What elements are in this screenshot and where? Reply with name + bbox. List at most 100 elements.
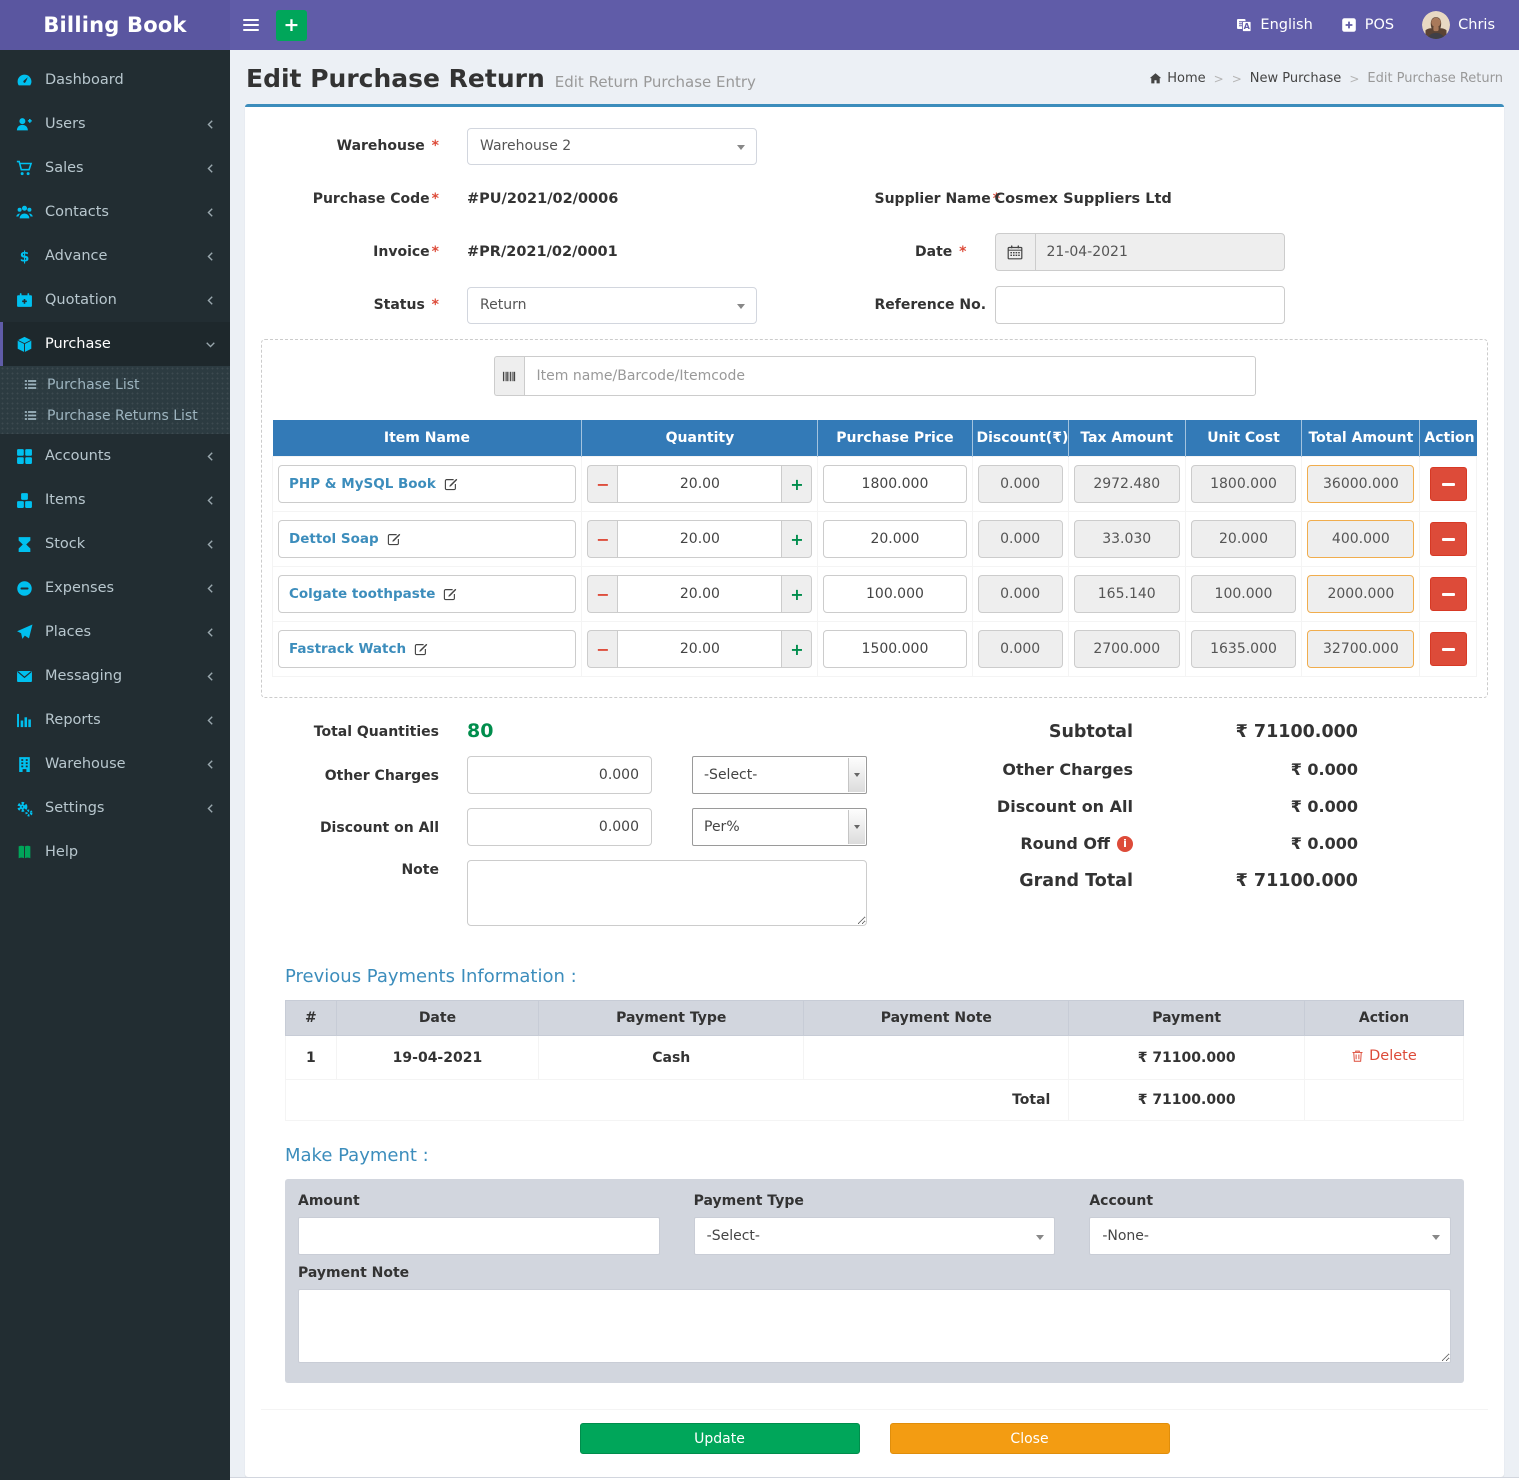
chevron-left-icon bbox=[205, 671, 216, 682]
sidebar-item-accounts[interactable]: Accounts bbox=[0, 434, 230, 478]
chevron-down-icon bbox=[205, 339, 216, 350]
brand-logo[interactable]: Billing Book bbox=[0, 0, 230, 50]
remove-item-button[interactable] bbox=[1430, 522, 1467, 556]
warehouse-icon bbox=[15, 756, 34, 773]
sidebar-item-contacts[interactable]: Contacts bbox=[0, 190, 230, 234]
reference-no-input[interactable] bbox=[995, 286, 1285, 324]
sidebar-item-users[interactable]: Users bbox=[0, 102, 230, 146]
chevron-left-icon bbox=[205, 207, 216, 218]
chevron-left-icon bbox=[205, 627, 216, 638]
edit-item-icon[interactable] bbox=[443, 587, 457, 601]
quantity-increase-button[interactable]: + bbox=[782, 575, 812, 613]
sidebar-item-warehouse[interactable]: Warehouse bbox=[0, 742, 230, 786]
item-name-link[interactable]: PHP & MySQL Book bbox=[289, 476, 436, 492]
user-menu[interactable]: Chris bbox=[1408, 0, 1509, 50]
remove-item-button[interactable] bbox=[1430, 467, 1467, 501]
date-input[interactable] bbox=[1035, 233, 1285, 271]
sidebar-item-purchase[interactable]: Purchase bbox=[0, 322, 230, 366]
edit-item-icon[interactable] bbox=[387, 532, 401, 546]
sidebar-item-help[interactable]: Help bbox=[0, 830, 230, 874]
sidebar-toggle-button[interactable] bbox=[230, 0, 272, 50]
minus-icon bbox=[1442, 648, 1455, 651]
sidebar-item-purchase-list[interactable]: Purchase List bbox=[0, 369, 230, 400]
remove-item-button[interactable] bbox=[1430, 632, 1467, 666]
language-menu[interactable]: A English bbox=[1222, 0, 1326, 50]
quantity-decrease-button[interactable]: − bbox=[587, 575, 617, 613]
quick-add-button[interactable]: + bbox=[276, 10, 307, 41]
sidebar-item-advance[interactable]: $ Advance bbox=[0, 234, 230, 278]
quantity-input[interactable] bbox=[617, 575, 782, 613]
messaging-icon bbox=[15, 668, 34, 685]
sidebar-item-quotation[interactable]: Quotation bbox=[0, 278, 230, 322]
select-arrow-icon bbox=[848, 758, 865, 792]
payment-note-textarea[interactable] bbox=[298, 1289, 1451, 1363]
sidebar-item-dashboard[interactable]: Dashboard bbox=[0, 58, 230, 102]
quantity-input[interactable] bbox=[617, 520, 782, 558]
purchase-price-input[interactable] bbox=[823, 520, 966, 558]
round-off-info-icon[interactable]: i bbox=[1117, 836, 1133, 852]
previous-payments-heading: Previous Payments Information : bbox=[285, 966, 1464, 987]
item-search-input[interactable] bbox=[524, 356, 1256, 396]
quantity-increase-button[interactable]: + bbox=[782, 520, 812, 558]
sidebar-item-reports[interactable]: Reports bbox=[0, 698, 230, 742]
other-charges-input[interactable] bbox=[467, 756, 652, 794]
remove-item-button[interactable] bbox=[1430, 577, 1467, 611]
quantity-input[interactable] bbox=[617, 465, 782, 503]
edit-item-icon[interactable] bbox=[414, 642, 428, 656]
summary-row: Subtotal ₹ 71100.000 bbox=[867, 722, 1358, 742]
pos-button[interactable]: POS bbox=[1327, 0, 1408, 50]
settings-icon bbox=[15, 800, 34, 817]
avatar bbox=[1422, 11, 1450, 39]
payment-amount-input[interactable] bbox=[298, 1217, 660, 1255]
sidebar-item-stock[interactable]: Stock bbox=[0, 522, 230, 566]
sidebar-item-purchase-returns-list[interactable]: Purchase Returns List bbox=[0, 400, 230, 431]
purchase-icon bbox=[15, 336, 34, 353]
discount-type-select[interactable]: Per% bbox=[692, 808, 867, 846]
quantity-increase-button[interactable]: + bbox=[782, 630, 812, 668]
sidebar-item-expenses[interactable]: Expenses bbox=[0, 566, 230, 610]
item-name-link[interactable]: Colgate toothpaste bbox=[289, 586, 435, 602]
sidebar-item-sales[interactable]: Sales bbox=[0, 146, 230, 190]
update-button[interactable]: Update bbox=[580, 1423, 860, 1454]
quantity-decrease-button[interactable]: − bbox=[587, 520, 617, 558]
calendar-addon[interactable] bbox=[995, 233, 1035, 271]
breadcrumb-home-link[interactable]: Home bbox=[1149, 71, 1205, 86]
payment-account-select[interactable]: -None- bbox=[1089, 1217, 1451, 1255]
sales-icon bbox=[15, 160, 34, 177]
quantity-decrease-button[interactable]: − bbox=[587, 630, 617, 668]
sidebar-item-places[interactable]: Places bbox=[0, 610, 230, 654]
purchase-price-input[interactable] bbox=[823, 630, 966, 668]
items-icon bbox=[15, 492, 34, 509]
payment-date: 19-04-2021 bbox=[336, 1036, 539, 1080]
payment-type-select[interactable]: -Select- bbox=[694, 1217, 1056, 1255]
item-name-link[interactable]: Dettol Soap bbox=[289, 531, 379, 547]
trash-icon bbox=[1351, 1049, 1364, 1063]
breadcrumb-parent-link[interactable]: New Purchase bbox=[1250, 71, 1342, 86]
chevron-left-icon bbox=[205, 295, 216, 306]
purchase-price-input[interactable] bbox=[823, 465, 966, 503]
edit-item-icon[interactable] bbox=[444, 477, 458, 491]
note-textarea[interactable] bbox=[467, 860, 867, 926]
quantity-increase-button[interactable]: + bbox=[782, 465, 812, 503]
purchase-price-input[interactable] bbox=[823, 575, 966, 613]
quantity-decrease-button[interactable]: − bbox=[587, 465, 617, 503]
warehouse-select[interactable]: Warehouse 2 bbox=[467, 128, 757, 165]
sidebar-item-settings[interactable]: Settings bbox=[0, 786, 230, 830]
items-panel: Item NameQuantity Purchase PriceDiscount… bbox=[261, 339, 1488, 698]
payment-type: Cash bbox=[539, 1036, 804, 1080]
status-select[interactable]: Return bbox=[467, 287, 757, 324]
app-window: Billing Book + A English POS Chris Dashb… bbox=[0, 0, 1519, 1480]
quantity-input[interactable] bbox=[617, 630, 782, 668]
chevron-left-icon bbox=[205, 759, 216, 770]
item-name-link[interactable]: Fastrack Watch bbox=[289, 641, 406, 657]
breadcrumb: Home > > New Purchase > Edit Purchase Re… bbox=[1149, 71, 1503, 86]
item-name-box: Dettol Soap bbox=[278, 520, 576, 558]
other-charges-select[interactable]: -Select- bbox=[692, 756, 867, 794]
item-row: Fastrack Watch − + 0.000 2700.000 1635.0… bbox=[273, 622, 1477, 677]
close-button[interactable]: Close bbox=[890, 1423, 1170, 1454]
sidebar-item-messaging[interactable]: Messaging bbox=[0, 654, 230, 698]
sidebar-item-items[interactable]: Items bbox=[0, 478, 230, 522]
delete-payment-button[interactable]: Delete bbox=[1351, 1048, 1417, 1064]
discount-value: 0.000 bbox=[978, 520, 1063, 558]
discount-on-all-input[interactable] bbox=[467, 808, 652, 846]
